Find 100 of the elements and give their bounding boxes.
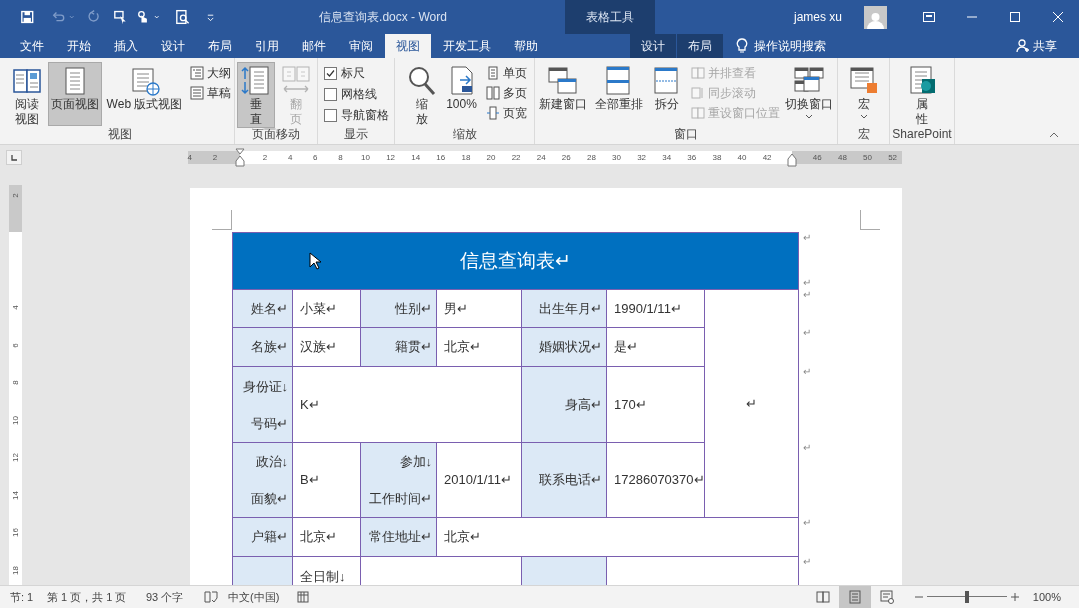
ribbon-button[interactable]: 新建窗口 (536, 62, 590, 126)
table-cell: 户籍↵ (232, 517, 293, 557)
hand-icon (135, 9, 150, 25)
ribbon-tab[interactable]: 插入 (103, 34, 149, 58)
zoom-out-icon (914, 593, 923, 601)
ribbon-tab[interactable]: 审阅 (338, 34, 384, 58)
word-count[interactable]: 93 个字 (146, 588, 204, 606)
multi-page-icon (485, 85, 500, 100)
ruler-number: 46 (812, 152, 822, 164)
caret-icon (154, 15, 160, 19)
table-cell: 出生年月↵ (521, 289, 607, 328)
ruler-number: 34 (662, 152, 672, 164)
ribbon-tab[interactable]: 引用 (244, 34, 290, 58)
group-label: 页面移动 (251, 126, 301, 142)
chevron-down-icon (859, 114, 868, 119)
ruler-number: 32 (637, 152, 647, 164)
ribbon-button[interactable]: 页面视图 (47, 62, 102, 126)
ribbon-small-button[interactable]: 页宽 (485, 103, 527, 122)
slider-thumb[interactable] (964, 591, 969, 603)
ribbon-small-button[interactable]: 草稿 (190, 83, 232, 102)
ribbon-tab[interactable]: 邮件 (291, 34, 337, 58)
checkbox[interactable] (323, 108, 337, 122)
ribbon-button[interactable]: Web 版式视图 (103, 62, 186, 126)
ruler-number: 20 (486, 152, 496, 164)
ribbon-tab[interactable]: 帮助 (503, 34, 549, 58)
checkbox-label: 网格线 (340, 86, 377, 103)
ribbon-tab[interactable]: 开始 (56, 34, 102, 58)
table-cell: 参加↓ 工作时间↵ (360, 442, 437, 518)
checkbox[interactable] (323, 87, 337, 101)
ribbon-button[interactable]: 缩 放 (402, 62, 441, 128)
print-preview-icon (175, 9, 190, 25)
ruler-number: 52 (888, 152, 898, 164)
ruler-number: 26 (561, 152, 571, 164)
zoom-level[interactable]: 100% (1032, 588, 1061, 606)
ruler-number: 38 (712, 152, 722, 164)
ribbon-small-button[interactable]: 大纲 (190, 63, 232, 82)
ribbon-button[interactable]: 垂 直 (237, 62, 275, 128)
table-cell: 籍贯↵ (360, 327, 437, 367)
ribbon-button[interactable]: 100% (442, 62, 481, 126)
single-page-icon (485, 65, 500, 80)
ribbon-display-icon (922, 12, 935, 22)
table-cell: 北京↵ (436, 327, 522, 367)
checkbox[interactable] (323, 66, 337, 80)
tab-selector[interactable] (6, 150, 22, 165)
macro-record-icon (297, 591, 309, 603)
ruler-number: 10 (361, 152, 370, 164)
minimize-icon (966, 16, 977, 18)
table-cell: 身高↵ (521, 366, 607, 443)
ruler-number: 50 (863, 152, 872, 164)
table-cell: 小菜↵ (292, 289, 361, 328)
ruler-number: 12 (386, 152, 396, 164)
share-button[interactable]: 共享 (1016, 34, 1057, 58)
view-button[interactable] (838, 586, 871, 608)
tab-stop-icon (11, 154, 17, 161)
table-cell: 身份证↓ 号码↵ (232, 366, 293, 443)
ribbon-button[interactable]: 宏 (844, 62, 883, 126)
table-cell: 是↵ (606, 327, 705, 367)
checkbox-label: 导航窗格 (340, 107, 389, 124)
table-cell: 联系电话↵ (521, 442, 607, 518)
ribbon-tab[interactable]: 布局 (197, 34, 243, 58)
ruler-number: 14 (411, 152, 421, 164)
table-cell: 男↵ (436, 289, 522, 328)
ruler-number: 2 (262, 152, 268, 164)
page-status[interactable]: 第 1 页，共 1 页 (47, 588, 146, 606)
ruler-number: 6 (313, 152, 318, 164)
section-status[interactable]: 节: 1 (10, 588, 47, 606)
ribbon-tab[interactable]: 视图 (385, 34, 431, 58)
table-cell: 北京↵ (292, 517, 361, 557)
mouse-pointer-icon (309, 252, 321, 270)
row-end-mark: ↵ (803, 327, 812, 339)
web-layout-icon (879, 590, 894, 604)
zoom-slider[interactable] (926, 591, 1007, 603)
table-cell: 2010/1/11↵ (436, 442, 522, 518)
ribbon-button[interactable]: 属 性 (903, 62, 941, 128)
draft-icon (190, 85, 205, 100)
ribbon-tab[interactable]: 布局 (677, 34, 723, 58)
save-icon (20, 9, 35, 25)
caret-icon (69, 15, 75, 19)
ribbon-tab[interactable]: 文件 (9, 34, 55, 58)
read-mode-icon (815, 590, 830, 604)
ruler-number: 2 (212, 152, 218, 164)
ribbon-small-button[interactable]: 多页 (485, 83, 527, 102)
ribbon-tab[interactable]: 设计 (630, 34, 676, 58)
language-status[interactable]: 中文(中国) (228, 588, 290, 606)
table-cell: 政治↓ 面貌↵ (232, 442, 293, 518)
table-cell: 常住地址↵ (360, 517, 437, 557)
ruler-number: 6 (11, 341, 20, 350)
window-title: 信息查询表.docx - Word (318, 9, 448, 26)
avatar[interactable] (864, 5, 887, 29)
tell-me-field[interactable]: 操作说明搜索 (754, 37, 826, 55)
ribbon-tab[interactable]: 开发工具 (432, 34, 502, 58)
ribbon-tab[interactable]: 设计 (150, 34, 196, 58)
ribbon-button[interactable]: 切换窗口 (782, 62, 836, 126)
ribbon-button[interactable]: 全部重排 (592, 62, 646, 126)
ribbon-button[interactable]: 拆分 (648, 62, 686, 126)
zoom-in-icon (1010, 593, 1019, 601)
ruler-number: 18 (11, 564, 20, 577)
ribbon-button[interactable]: 阅读 视图 (7, 62, 46, 128)
ruler-number: 42 (762, 152, 772, 164)
ribbon-small-button[interactable]: 单页 (485, 63, 527, 82)
